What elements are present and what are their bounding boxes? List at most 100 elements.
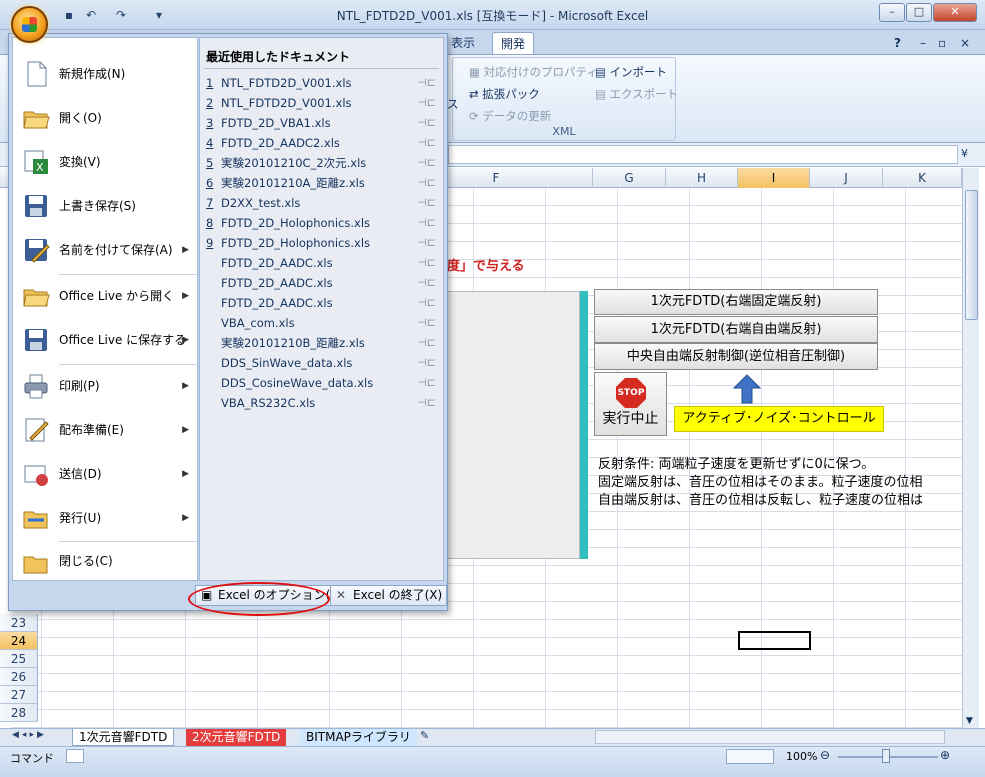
minimize-button[interactable]: –	[879, 3, 905, 22]
menu-item-print[interactable]: 印刷(P) ▶	[13, 364, 197, 408]
sheet-nav-icons[interactable]: ◀◂▸▶	[12, 730, 47, 740]
pin-icon[interactable]: ⊣⊏	[417, 273, 436, 293]
import-button[interactable]: ▤ インポート	[595, 64, 667, 80]
row-header-25[interactable]: 25	[0, 650, 38, 668]
column-header-h[interactable]: H	[666, 168, 738, 188]
recent-document-item[interactable]: 2 NTL_FDTD2D_V001.xls ⊣⊏	[200, 93, 443, 113]
menu-item-open[interactable]: 開く(O)	[13, 96, 197, 140]
pin-icon[interactable]: ⊣⊏	[417, 133, 436, 153]
expansion-pack-button[interactable]: ⇄ 拡張パック	[469, 86, 540, 102]
pin-icon[interactable]: ⊣⊏	[417, 353, 436, 373]
tab-developer[interactable]: 開発	[492, 32, 535, 54]
submenu-arrow-icon: ▶	[182, 335, 189, 345]
recent-document-item[interactable]: DDS_SinWave_data.xls ⊣⊏	[200, 353, 443, 373]
pin-icon[interactable]: ⊣⊏	[417, 93, 436, 113]
recent-document-item[interactable]: 8 FDTD_2D_Holophonics.xls ⊣⊏	[200, 213, 443, 233]
pin-icon[interactable]: ⊣⊏	[417, 313, 436, 333]
macro-record-icon[interactable]	[66, 749, 84, 763]
horizontal-scrollbar[interactable]	[595, 730, 945, 744]
recent-document-item[interactable]: 1 NTL_FDTD2D_V001.xls ⊣⊏	[200, 73, 443, 93]
office-button[interactable]	[11, 6, 48, 43]
sheet-tab-bitmap-library[interactable]: BITMAPライブラリ	[300, 729, 417, 746]
pin-icon[interactable]: ⊣⊏	[417, 193, 436, 213]
row-header-27[interactable]: 27	[0, 686, 38, 704]
export-button[interactable]: ▤ エクスポート	[595, 86, 678, 102]
row-header-28[interactable]: 28	[0, 704, 38, 722]
ribbon-cut-label: ス	[447, 97, 459, 111]
maximize-button[interactable]: □	[906, 3, 932, 22]
recent-document-item[interactable]: 4 FDTD_2D_AADC2.xls ⊣⊏	[200, 133, 443, 153]
map-properties-button[interactable]: ▦ 対応付けのプロパティ	[469, 64, 598, 80]
import-icon: ▤	[595, 65, 610, 79]
pin-icon[interactable]: ⊣⊏	[417, 333, 436, 353]
pin-icon[interactable]: ⊣⊏	[417, 73, 436, 93]
recent-document-item[interactable]: FDTD_2D_AADC.xls ⊣⊏	[200, 253, 443, 273]
fdtd-fixed-end-button[interactable]: 1次元FDTD(右端固定端反射)	[594, 289, 878, 315]
vertical-scrollbar[interactable]: ▼	[962, 168, 979, 728]
menu-item-new[interactable]: 新規作成(N)	[13, 52, 197, 96]
recent-document-item[interactable]: 5 実験20101210C_2次元.xls ⊣⊏	[200, 153, 443, 173]
new-document-icon	[22, 60, 50, 88]
row-header-24[interactable]: 24	[0, 632, 38, 650]
menu-item-save[interactable]: 上書き保存(S)	[13, 184, 197, 228]
column-header-k[interactable]: K	[883, 168, 962, 188]
menu-item-open-office-live[interactable]: Office Live から開く ▶	[13, 274, 197, 318]
pin-icon[interactable]: ⊣⊏	[417, 173, 436, 193]
zoom-in-icon[interactable]: ⊕	[940, 748, 950, 762]
recent-document-name: 実験20101210C_2次元.xls	[221, 156, 367, 170]
sheet-tab-1d-fdtd[interactable]: 1次元音響FDTD	[72, 729, 175, 746]
recent-document-item[interactable]: FDTD_2D_AADC.xls ⊣⊏	[200, 273, 443, 293]
help-icon[interactable]: ?	[886, 32, 909, 54]
pin-icon[interactable]: ⊣⊏	[417, 393, 436, 413]
menu-item-prepare[interactable]: 配布準備(E) ▶	[13, 408, 197, 452]
pin-icon[interactable]: ⊣⊏	[417, 373, 436, 393]
menu-item-convert[interactable]: X 変換(V)	[13, 140, 197, 184]
pin-icon[interactable]: ⊣⊏	[417, 293, 436, 313]
active-cell[interactable]	[738, 631, 811, 650]
recent-document-item[interactable]: 実験20101210B_距離z.xls ⊣⊏	[200, 333, 443, 353]
formula-input[interactable]	[448, 145, 958, 164]
tab-view[interactable]: 表示	[443, 32, 483, 54]
row-header-26[interactable]: 26	[0, 668, 38, 686]
vertical-scroll-thumb[interactable]	[965, 190, 978, 320]
insert-sheet-icon[interactable]: ✎	[420, 729, 429, 742]
ribbon-restore-icon[interactable]: ▫	[930, 32, 954, 54]
recent-document-item[interactable]: 9 FDTD_2D_Holophonics.xls ⊣⊏	[200, 233, 443, 253]
pin-icon[interactable]: ⊣⊏	[417, 113, 436, 133]
center-reflection-control-button[interactable]: 中央自由端反射制御(逆位相音圧制御)	[594, 343, 878, 370]
menu-item-save-as[interactable]: 名前を付けて保存(A) ▶	[13, 228, 197, 272]
recent-document-item[interactable]: VBA_RS232C.xls ⊣⊏	[200, 393, 443, 413]
menu-item-send[interactable]: 送信(D) ▶	[13, 452, 197, 496]
pin-icon[interactable]: ⊣⊏	[417, 253, 436, 273]
menu-item-publish[interactable]: 発行(U) ▶	[13, 496, 197, 540]
expand-formula-icon[interactable]: ¥	[961, 147, 968, 160]
recent-document-item[interactable]: 7 D2XX_test.xls ⊣⊏	[200, 193, 443, 213]
recent-document-item[interactable]: 3 FDTD_2D_VBA1.xls ⊣⊏	[200, 113, 443, 133]
recent-document-item[interactable]: FDTD_2D_AADC.xls ⊣⊏	[200, 293, 443, 313]
zoom-out-icon[interactable]: ⊖	[820, 748, 830, 762]
view-buttons[interactable]	[726, 749, 774, 764]
note-line-2: 固定端反射は、音圧の位相はそのまま。粒子速度の位相	[598, 475, 923, 490]
column-header-i[interactable]: I	[738, 168, 810, 188]
exit-excel-button[interactable]: ✕ Excel の終了(X)	[330, 585, 448, 606]
close-button[interactable]: ✕	[933, 3, 977, 22]
column-header-g[interactable]: G	[593, 168, 666, 188]
ribbon-close-icon[interactable]: ×	[952, 32, 978, 54]
pin-icon[interactable]: ⊣⊏	[417, 233, 436, 253]
sheet-tab-2d-fdtd[interactable]: 2次元音響FDTD	[186, 729, 287, 746]
menu-item-close[interactable]: 閉じる(C)	[13, 541, 197, 581]
note-line-3: 自由端反射は、音圧の位相は反転し、粒子速度の位相は	[598, 493, 924, 508]
recent-document-item[interactable]: 6 実験20101210A_距離z.xls ⊣⊏	[200, 173, 443, 193]
refresh-data-button[interactable]: ⟳ データの更新	[469, 108, 551, 124]
row-header-23[interactable]: 23	[0, 614, 38, 632]
scroll-down-icon[interactable]: ▼	[966, 716, 973, 726]
recent-document-item[interactable]: DDS_CosineWave_data.xls ⊣⊏	[200, 373, 443, 393]
pin-icon[interactable]: ⊣⊏	[417, 213, 436, 233]
pin-icon[interactable]: ⊣⊏	[417, 153, 436, 173]
zoom-slider-thumb[interactable]	[882, 749, 890, 763]
column-header-j[interactable]: J	[810, 168, 883, 188]
menu-item-save-office-live[interactable]: Office Live に保存する ▶	[13, 318, 197, 362]
close-folder-icon	[22, 549, 50, 577]
recent-document-item[interactable]: VBA_com.xls ⊣⊏	[200, 313, 443, 333]
fdtd-free-end-button[interactable]: 1次元FDTD(右端自由端反射)	[594, 316, 878, 343]
